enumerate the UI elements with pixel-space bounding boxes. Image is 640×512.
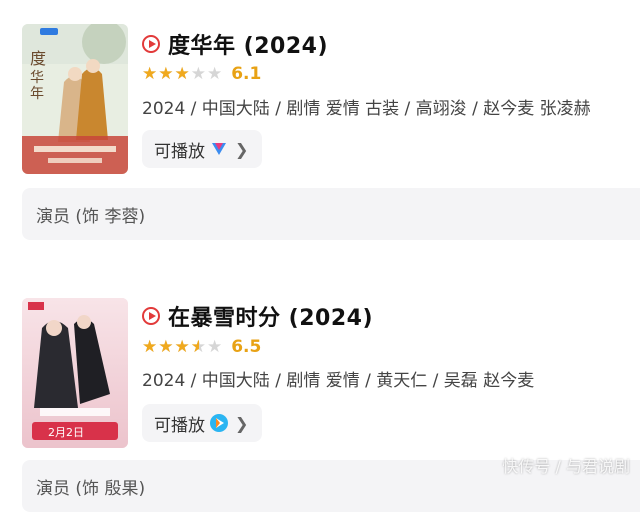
play-source-button[interactable]: 可播放 ❯ [142, 130, 263, 168]
play-circle-icon [142, 307, 160, 325]
rating-score: 6.5 [231, 337, 262, 357]
star-rating: ★★★★★ ★★★★★ [142, 336, 224, 357]
chevron-right-icon: ❯ [235, 139, 249, 159]
watermark-text: 快传号 / 与君说剧 [502, 457, 630, 476]
title-row[interactable]: 度华年 (2024) [142, 28, 328, 60]
cast-info[interactable]: 演员 (饰 李蓉) [22, 188, 640, 240]
tencent-video-icon [209, 413, 229, 433]
rating-row: ★★★★★ ★★★★★ 6.1 [142, 64, 261, 84]
movie-poster[interactable]: 度 华 年 [22, 24, 128, 174]
svg-text:2月2日: 2月2日 [48, 426, 84, 439]
star-rating: ★★★★★ ★★★★★ [142, 63, 224, 84]
youku-icon [209, 139, 229, 159]
chevron-right-icon: ❯ [235, 413, 249, 433]
svg-text:华: 华 [30, 70, 44, 86]
rating-row: ★★★★★ ★★★★★ 6.5 [142, 337, 261, 357]
movie-meta: 2024 / 中国大陆 / 剧情 爱情 / 黄天仁 / 吴磊 赵今麦 [142, 371, 535, 391]
play-label: 可播放 [154, 415, 205, 436]
movie-meta: 2024 / 中国大陆 / 剧情 爱情 古装 / 高翊浚 / 赵今麦 张凌赫 [142, 99, 591, 119]
movie-poster[interactable]: 2月2日 [22, 298, 128, 448]
title-row[interactable]: 在暴雪时分 (2024) [142, 300, 373, 332]
svg-text:度: 度 [30, 49, 46, 68]
rating-score: 6.1 [231, 64, 262, 84]
play-circle-icon [142, 35, 160, 53]
play-source-button[interactable]: 可播放 ❯ [142, 404, 263, 442]
movie-title[interactable]: 度华年 (2024) [168, 28, 328, 60]
play-label: 可播放 [154, 141, 205, 162]
svg-text:年: 年 [30, 86, 44, 102]
movie-title[interactable]: 在暴雪时分 (2024) [168, 300, 373, 332]
